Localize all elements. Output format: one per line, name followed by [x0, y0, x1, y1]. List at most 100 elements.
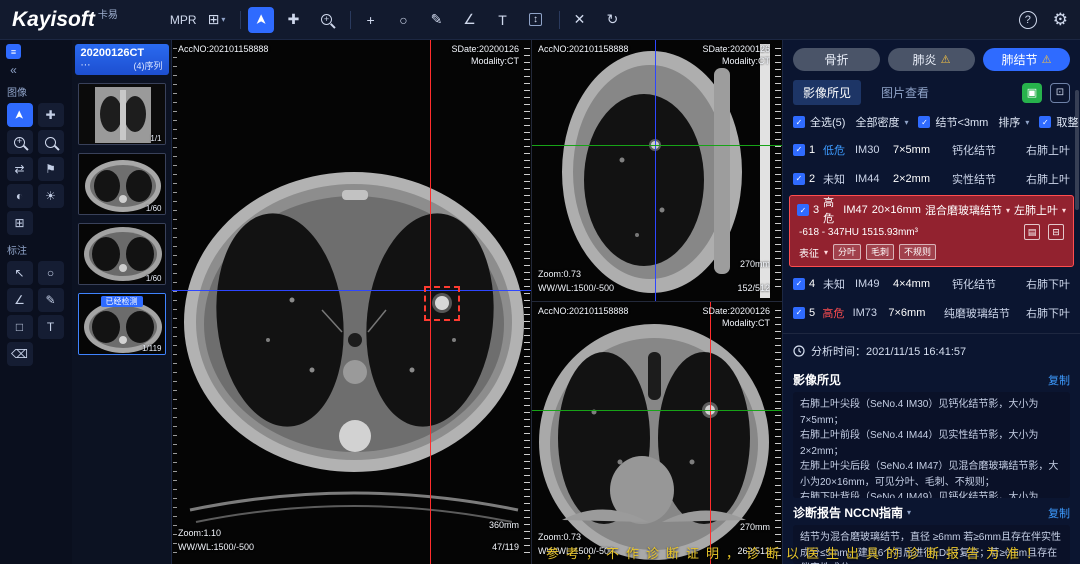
series-thumbnail-2[interactable]: 1/60	[78, 153, 166, 215]
layout-grid-button[interactable]: ⊞	[7, 211, 33, 235]
nodule-row-5[interactable]: ✓ 5 高危 IM73 7×6mm 纯磨玻璃结节 右肺下叶	[783, 298, 1080, 327]
cursor-tool-button[interactable]: ➤	[7, 103, 33, 127]
pencil-tool-button[interactable]: ✎	[424, 7, 450, 33]
caret-down-icon: ▾	[1006, 206, 1010, 215]
thumbnail-counter: 1/60	[146, 274, 162, 283]
help-button[interactable]: ?	[1019, 11, 1037, 29]
delete-button[interactable]: ⊟	[1048, 224, 1064, 240]
axial-reference-line[interactable]	[655, 40, 656, 301]
nodule-row-1[interactable]: ✓ 1 低危 IM30 7×5mm 钙化结节 右肺上叶	[783, 135, 1080, 164]
pan-tool-button[interactable]: ✚	[281, 7, 307, 33]
app-window: Kayisoft 卡易 MPR ⊞ ▾ ➤ ✚ + + ○ ✎ ∠ T	[0, 0, 1080, 564]
cursor-tool-button[interactable]: ➤	[248, 7, 274, 33]
series-header[interactable]: 20200126CT ⋯ (4)序列	[75, 44, 169, 75]
nodule-checkbox[interactable]: ✓	[793, 144, 805, 156]
nodule-row-3-selected[interactable]: ✓ 3 高危 IM47 20×16mm 混合磨玻璃结节 ▾ 左肺上叶 ▾ -61…	[789, 195, 1074, 267]
thumbnail-counter: 1/1	[150, 134, 161, 143]
series-thumbnail-3[interactable]: 1/60	[78, 223, 166, 285]
accession-number: AccNO:202101158888	[538, 44, 628, 54]
tab-findings[interactable]: 影像所见	[793, 80, 861, 105]
flip-button[interactable]: ⇄	[7, 157, 33, 181]
caret-down-icon: ▾	[904, 118, 908, 127]
tab-image-view[interactable]: 图片查看	[871, 80, 939, 105]
axial-reference-line[interactable]	[532, 410, 782, 411]
zoom-tool-button[interactable]: +	[314, 7, 340, 33]
feature-chip[interactable]: 不规则	[899, 244, 936, 260]
series-thumbnail-1[interactable]: 1/1	[78, 83, 166, 145]
round-checkbox[interactable]: ✓	[1039, 116, 1051, 128]
nodule-checkbox[interactable]: ✓	[797, 204, 809, 216]
pencil-annotation-button[interactable]: ✎	[38, 288, 64, 312]
sort-dropdown[interactable]: 排序	[998, 114, 1020, 130]
copy-report-button[interactable]: 复制	[1048, 505, 1070, 521]
study-list-icon[interactable]: ≡	[6, 44, 21, 59]
crosshair-tool-button[interactable]: +	[358, 7, 384, 33]
small-nodule-checkbox[interactable]: ✓	[918, 116, 930, 128]
scale-tool-button[interactable]: ↕	[523, 7, 549, 33]
capture-button[interactable]: ⊡	[1050, 83, 1070, 103]
text-icon: T	[47, 320, 54, 334]
lung-nodule-button[interactable]: 肺结节 ⚠	[983, 48, 1070, 71]
flag-button[interactable]: ⚑	[38, 157, 64, 181]
clear-annotations-button[interactable]: ✕	[567, 7, 593, 33]
export-green-button[interactable]: ▣	[1022, 83, 1042, 103]
nodule-checkbox[interactable]: ✓	[793, 173, 805, 185]
ellipse-tool-button[interactable]: ○	[391, 7, 417, 33]
nodule-location: 右肺下叶	[1014, 305, 1070, 321]
fracture-button[interactable]: 骨折	[793, 48, 880, 71]
nodule-type-dropdown[interactable]: 混合磨玻璃结节	[925, 202, 1002, 218]
nodule-roi-box[interactable]	[424, 286, 460, 321]
settings-button[interactable]: ⚙	[1053, 10, 1068, 30]
nodule-row-2[interactable]: ✓ 2 未知 IM44 2×2mm 实性结节 右肺上叶	[783, 164, 1080, 193]
feature-chip[interactable]: 毛刺	[866, 244, 894, 260]
contrast-button[interactable]: ◐	[7, 184, 33, 208]
reset-view-button[interactable]: ↻	[600, 7, 626, 33]
coronal-reference-line[interactable]	[172, 290, 531, 291]
copy-findings-button[interactable]: 复制	[1048, 372, 1070, 388]
pan-tool-button[interactable]: ✚	[38, 103, 64, 127]
app-logo: Kayisoft	[12, 8, 95, 32]
angle-tool-button[interactable]: ∠	[457, 7, 483, 33]
detail-button[interactable]: ▤	[1024, 224, 1040, 240]
coronal-viewport[interactable]: AccNO:202101158888 SDate:20200126 Modali…	[532, 302, 782, 564]
angle-annotation-button[interactable]: ∠	[7, 288, 33, 312]
nodule-checkbox[interactable]: ✓	[793, 307, 805, 319]
app-logo-cn: 卡易	[98, 6, 118, 21]
tag-label-dropdown[interactable]: 表征	[799, 245, 819, 260]
density-filter[interactable]: 全部密度	[855, 114, 899, 130]
coronal-reference-line[interactable]	[532, 145, 782, 146]
panel-scrollbar[interactable]	[1075, 90, 1079, 210]
collapse-panel-button[interactable]: «	[6, 63, 21, 77]
text-tool-button[interactable]: T	[490, 7, 516, 33]
zoom-in-button[interactable]: +	[7, 130, 33, 154]
series-thumbnail-4-selected[interactable]: 已经检测 1/119	[78, 293, 166, 355]
nodule-row-3[interactable]: ✓ 3 高危 IM47 20×16mm 混合磨玻璃结节 ▾ 左肺上叶 ▾	[792, 197, 1071, 223]
search-button[interactable]	[38, 130, 64, 154]
flip-icon: ⇄	[14, 162, 24, 176]
nodule-image-no: IM44	[855, 173, 889, 185]
nodule-size: 4×4mm	[893, 278, 948, 290]
nodule-image-no: IM49	[855, 278, 889, 290]
axial-viewport[interactable]: AccNO:202101158888 SDate:20200126 Modali…	[172, 40, 532, 564]
more-icon[interactable]: ⋯	[81, 60, 91, 71]
feature-chip[interactable]: 分叶	[833, 244, 861, 260]
text-annotation-button[interactable]: T	[38, 315, 64, 339]
layout-select-button[interactable]: ⊞ ▾	[204, 7, 230, 33]
nodule-location-dropdown[interactable]: 左肺上叶	[1014, 202, 1058, 218]
rect-annotation-button[interactable]: □	[7, 315, 33, 339]
brightness-button[interactable]: ☀	[38, 184, 64, 208]
ellipse-icon: ○	[399, 12, 407, 28]
select-all-checkbox[interactable]: ✓	[793, 116, 805, 128]
arrow-annotation-button[interactable]: ↖	[7, 261, 33, 285]
nodule-index: 5	[809, 307, 818, 319]
ellipse-annotation-button[interactable]: ○	[38, 261, 64, 285]
sagittal-viewport[interactable]: AccNO:202101158888 SDate:20200126 Modali…	[532, 40, 782, 302]
eraser-button[interactable]: ⌫	[7, 342, 33, 366]
pneumonia-button[interactable]: 肺炎 ⚠	[888, 48, 975, 71]
modality: Modality:CT	[722, 318, 770, 328]
nodule-row-4[interactable]: ✓ 4 未知 IM49 4×4mm 钙化结节 右肺下叶	[783, 269, 1080, 298]
caret-down-icon: ▾	[221, 15, 225, 24]
nodule-checkbox[interactable]: ✓	[793, 278, 805, 290]
warning-icon: ⚠	[941, 53, 951, 66]
sagittal-reference-line[interactable]	[710, 302, 711, 564]
